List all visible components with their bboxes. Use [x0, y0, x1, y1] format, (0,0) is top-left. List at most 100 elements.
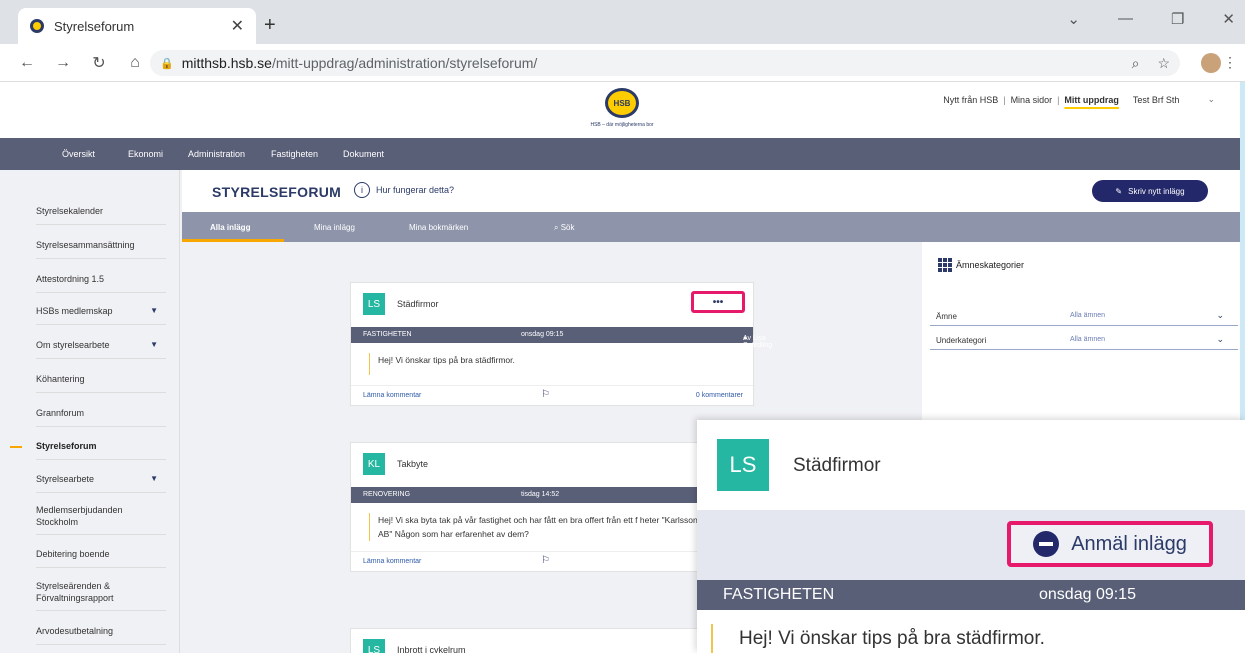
nav-administration[interactable]: Administration: [188, 149, 245, 159]
post-title[interactable]: Takbyte: [397, 459, 428, 469]
address-bar[interactable]: 🔒 mitthsb.hsb.se/mitt-uppdrag/administra…: [150, 50, 1180, 76]
hsb-logo[interactable]: HSB: [605, 88, 639, 118]
search-icon: ⌕: [554, 223, 559, 232]
sidebar-item-medlemserbjudanden[interactable]: Medlemserbjudanden Stockholm: [36, 504, 166, 528]
bookmark-star-icon[interactable]: ☆: [1157, 55, 1170, 72]
chevron-down-icon[interactable]: ⌄: [1202, 94, 1220, 105]
post-meta-bar: FASTIGHETEN onsdag 09:15 Av Lisa Svärdli…: [351, 327, 772, 349]
post-time: onsdag 09:15: [521, 331, 564, 338]
tab-search-icon[interactable]: ⌄: [1067, 10, 1080, 28]
help-link[interactable]: i Hur fungerar detta?: [354, 182, 454, 198]
link-mina-sidor[interactable]: Mina sidor: [1006, 95, 1058, 105]
tab-mina-bokmarken[interactable]: Mina bokmärken: [409, 223, 468, 232]
post-card: KL Takbyte RENOVERING tisdag 14:52 Av He…: [350, 442, 754, 572]
post-title[interactable]: Städfirmor: [397, 299, 439, 309]
avatar: LS: [363, 293, 385, 315]
post-meta-bar: FASTIGHETEN onsdag 09:15: [697, 580, 1245, 610]
avatar: LS: [363, 639, 385, 653]
post-category: FASTIGHETEN: [723, 586, 835, 603]
nav-fastigheten[interactable]: Fastigheten: [271, 149, 318, 159]
post-body: Hej! Vi önskar tips på bra städfirmor.: [711, 624, 1231, 653]
sidebar-item-styrelseforum[interactable]: Styrelseforum: [36, 441, 166, 451]
post-title[interactable]: Städfirmor: [793, 455, 881, 477]
grid-icon: [938, 258, 952, 272]
post-body: Hej! Vi ska byta tak på vår fastighet oc…: [369, 513, 741, 541]
sidebar-item-styrelsearbete[interactable]: Styrelsearbete ▼: [36, 474, 166, 484]
nav-ekonomi[interactable]: Ekonomi: [128, 149, 163, 159]
sidebar-item-styrelsearenden[interactable]: Styrelseärenden & Förvaltningsrapport: [36, 580, 166, 604]
sidebar-item-grannforum[interactable]: Grannforum: [36, 408, 166, 418]
topic-select[interactable]: Ämne Alla ämnen ⌄: [930, 304, 1238, 326]
post-meta-bar: RENOVERING tisdag 14:52 Av: [351, 487, 753, 503]
profile-avatar[interactable]: [1201, 53, 1221, 73]
browser-menu-icon[interactable]: ⋮: [1223, 54, 1237, 71]
bookmark-icon[interactable]: ⚐: [541, 555, 550, 566]
leave-comment-link[interactable]: Lämna kommentar: [363, 558, 421, 565]
minus-circle-icon: [1033, 531, 1060, 557]
bookmark-icon[interactable]: ⚐: [541, 389, 550, 400]
report-post-button[interactable]: Anmäl inlägg: [1007, 521, 1213, 567]
subcategory-select[interactable]: Underkategori Alla ämnen ⌄: [930, 328, 1238, 350]
top-links: Nytt från HSB | Mina sidor | Mitt uppdrag …: [938, 94, 1220, 105]
window-controls: ⌄ — ❐ ✕: [1067, 10, 1235, 28]
info-dot-icon: ●: [743, 335, 748, 342]
post-category: FASTIGHETEN: [363, 331, 412, 338]
close-tab-icon[interactable]: ✕: [231, 16, 244, 36]
category-title: Ämneskategorier: [938, 258, 1024, 272]
sidebar-item-hsbs-medlemskap[interactable]: HSBs medlemskap ▼: [36, 306, 166, 316]
org-selector[interactable]: Test Brf Sth: [1128, 95, 1185, 105]
caret-down-icon: ▼: [150, 340, 158, 349]
post-title[interactable]: Inbrott i cykelrum: [397, 645, 466, 653]
post-time: onsdag 09:15: [1039, 586, 1136, 603]
sidebar-item-attestordning[interactable]: Attestordning 1.5: [36, 274, 166, 284]
zoomed-inset: LS Städfirmor Anmäl inlägg FASTIGHETEN o…: [697, 420, 1245, 653]
active-tab-underline: [182, 239, 284, 242]
post-body: Hej! Vi önskar tips på bra städfirmor.: [369, 353, 741, 375]
sidebar-item-debitering-boende[interactable]: Debitering boende: [36, 549, 166, 559]
omnibox-tools: ⌕ ☆: [1132, 55, 1170, 72]
avatar: KL: [363, 453, 385, 475]
main-nav: Översikt Ekonomi Administration Fastighe…: [0, 138, 1240, 170]
nav-dokument[interactable]: Dokument: [343, 149, 384, 159]
caret-down-icon: ▼: [150, 474, 158, 483]
link-nytt-fran-hsb[interactable]: Nytt från HSB: [938, 95, 1003, 105]
browser-tabbar: Styrelseforum ✕ + ⌄ — ❐ ✕: [0, 0, 1245, 44]
zoom-icon[interactable]: ⌕: [1132, 55, 1140, 72]
sidebar-item-styrelsesammansattning[interactable]: Styrelsesammansättning: [36, 240, 166, 250]
more-options-button[interactable]: •••: [691, 291, 745, 313]
post-options-menu: Anmäl inlägg: [697, 510, 1245, 580]
page-title: STYRELSEFORUM: [212, 184, 342, 200]
write-post-button[interactable]: ✎ Skriv nytt inlägg: [1092, 180, 1208, 202]
caret-down-icon: ▼: [150, 306, 158, 315]
forum-tabs: Alla inlägg Mina inlägg Mina bokmärken ⌕…: [182, 212, 1240, 242]
sidebar-item-kohantering[interactable]: Köhantering: [36, 374, 166, 384]
minimize-icon[interactable]: —: [1118, 10, 1133, 28]
new-tab-icon[interactable]: +: [264, 14, 276, 37]
reload-icon[interactable]: ↻: [90, 53, 108, 73]
logo-tagline: HSB – där möjligheterna bor: [590, 122, 654, 128]
sidebar-item-styrelsekalender[interactable]: Styrelsekalender: [36, 206, 166, 216]
info-icon: i: [354, 182, 370, 198]
tab-alla-inlagg[interactable]: Alla inlägg: [210, 223, 250, 232]
post-card: LS Städfirmor ••• FASTIGHETEN onsdag 09:…: [350, 282, 772, 406]
link-mitt-uppdrag[interactable]: Mitt uppdrag: [1059, 95, 1124, 105]
sidebar-item-arvodesutbetalning[interactable]: Arvodesutbetalning: [36, 626, 166, 636]
leave-comment-link[interactable]: Lämna kommentar: [363, 392, 421, 399]
tab-sok[interactable]: ⌕ Sök: [554, 223, 575, 233]
post-time: tisdag 14:52: [521, 491, 560, 498]
sidebar-item-om-styrelsearbete[interactable]: Om styrelsearbete ▼: [36, 340, 166, 350]
pencil-icon: ✎: [1115, 186, 1123, 196]
url-text: mitthsb.hsb.se/mitt-uppdrag/administrati…: [181, 55, 538, 71]
browser-tab[interactable]: Styrelseforum ✕: [18, 8, 256, 44]
comment-count[interactable]: 0 kommentarer: [696, 392, 743, 399]
restore-icon[interactable]: ❐: [1171, 10, 1184, 28]
back-icon[interactable]: ←: [18, 54, 36, 72]
home-icon[interactable]: ⌂: [126, 54, 144, 72]
post-card: LS Inbrott i cykelrum: [350, 628, 754, 653]
lock-icon[interactable]: 🔒: [160, 57, 174, 70]
post-category: RENOVERING: [363, 491, 411, 498]
close-window-icon[interactable]: ✕: [1222, 10, 1235, 28]
tab-mina-inlagg[interactable]: Mina inlägg: [314, 223, 355, 232]
nav-oversikt[interactable]: Översikt: [62, 149, 95, 159]
forward-icon[interactable]: →: [54, 54, 72, 72]
